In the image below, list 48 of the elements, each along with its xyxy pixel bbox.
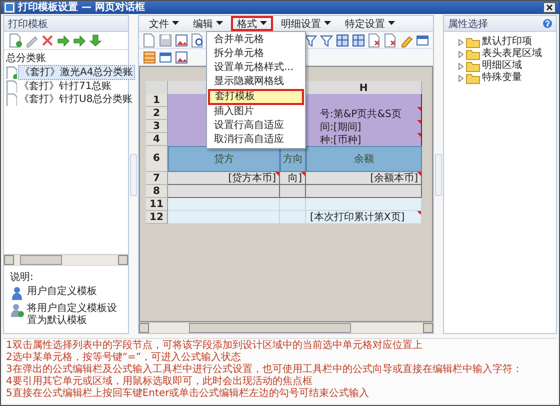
- table-cell: 间:[期间]: [306, 120, 422, 133]
- row-header: 8: [146, 185, 168, 198]
- note-text: 3在弹出的公式编辑栏及公式输入工具栏中进行公式设置，也可使用工具栏中的公式向导或直接在编辑栏中输入字符：: [6, 364, 524, 376]
- menu-item[interactable]: 插入图片: [208, 105, 304, 119]
- menu-item[interactable]: 设置单元格样式...: [208, 61, 304, 75]
- tree-item[interactable]: 《套打》针打U8总分类账: [18, 93, 134, 106]
- legend-text: 用户自定义模板: [27, 286, 98, 298]
- table-cell: 贷方: [168, 146, 280, 172]
- tree-item[interactable]: 特殊变量: [482, 72, 522, 84]
- tree-item[interactable]: 《套打》针打71总账: [18, 80, 113, 93]
- table-cell: [贷方本币]: [168, 172, 280, 185]
- table-cell: 余额: [306, 146, 422, 172]
- tree-item[interactable]: 明细区域: [482, 60, 522, 72]
- legend-title: 说明:: [10, 271, 34, 284]
- tree-item[interactable]: 表头表尾区域: [482, 48, 542, 60]
- menu-item[interactable]: 显示隐藏网格线: [208, 75, 304, 89]
- menu-item[interactable]: 明细设置: [275, 16, 337, 31]
- row-header: 6: [146, 146, 168, 172]
- row-header: 11: [146, 198, 168, 211]
- row-header: 2: [146, 107, 168, 120]
- row-header: 12: [146, 211, 168, 224]
- note-text: 2选中某单元格，按等号键“=”，可进入公式输入状态: [6, 352, 242, 364]
- menu-item[interactable]: 取消行高自适应: [208, 133, 304, 147]
- panel-title: 属性选择: [448, 18, 488, 30]
- menu-item[interactable]: 格式: [231, 16, 273, 31]
- table-cell: [余额本币]: [306, 172, 422, 185]
- table-cell: 向]: [280, 172, 306, 185]
- menu-item[interactable]: 套打模板: [208, 89, 304, 105]
- row-header: 1: [146, 94, 168, 107]
- table-cell: 号:第&P页共&S页: [306, 107, 422, 120]
- menu-item[interactable]: 文件: [143, 16, 185, 31]
- note-text: 5直接在公式编辑栏上按回车键Enter或单击公式编辑栏左边的勾号可结束公式输入: [6, 388, 370, 400]
- menu-item[interactable]: 设置行高自适应: [208, 119, 304, 133]
- note-text: 4要引用其它单元或区域，用鼠标选取即可，此时会出现活动的焦点框: [6, 376, 314, 388]
- table-cell: [本次打印累计第X页]: [306, 211, 422, 224]
- window-title: 打印模板设置 — 网页对话框: [18, 1, 145, 14]
- tree-item[interactable]: 总分类账: [5, 52, 127, 65]
- note-text: 1双击属性选择列表中的字段节点，可将该字段添加到设计区域中的当前选中单元格对应位置上: [6, 340, 424, 352]
- tree-item[interactable]: 默认打印项: [482, 36, 532, 48]
- panel-title: 打印模板: [8, 18, 48, 30]
- legend-text: 将用户自定义模板设置为默认模板: [27, 303, 118, 327]
- tree-item[interactable]: 《套打》激光A4总分类账: [18, 65, 136, 80]
- table-cell: 种:[币种]: [306, 133, 422, 146]
- menu-item[interactable]: 特定设置: [339, 16, 401, 31]
- row-header: 4: [146, 133, 168, 146]
- menu-item[interactable]: 编辑: [187, 16, 229, 31]
- row-header: 7: [146, 172, 168, 185]
- row-header: 3: [146, 120, 168, 133]
